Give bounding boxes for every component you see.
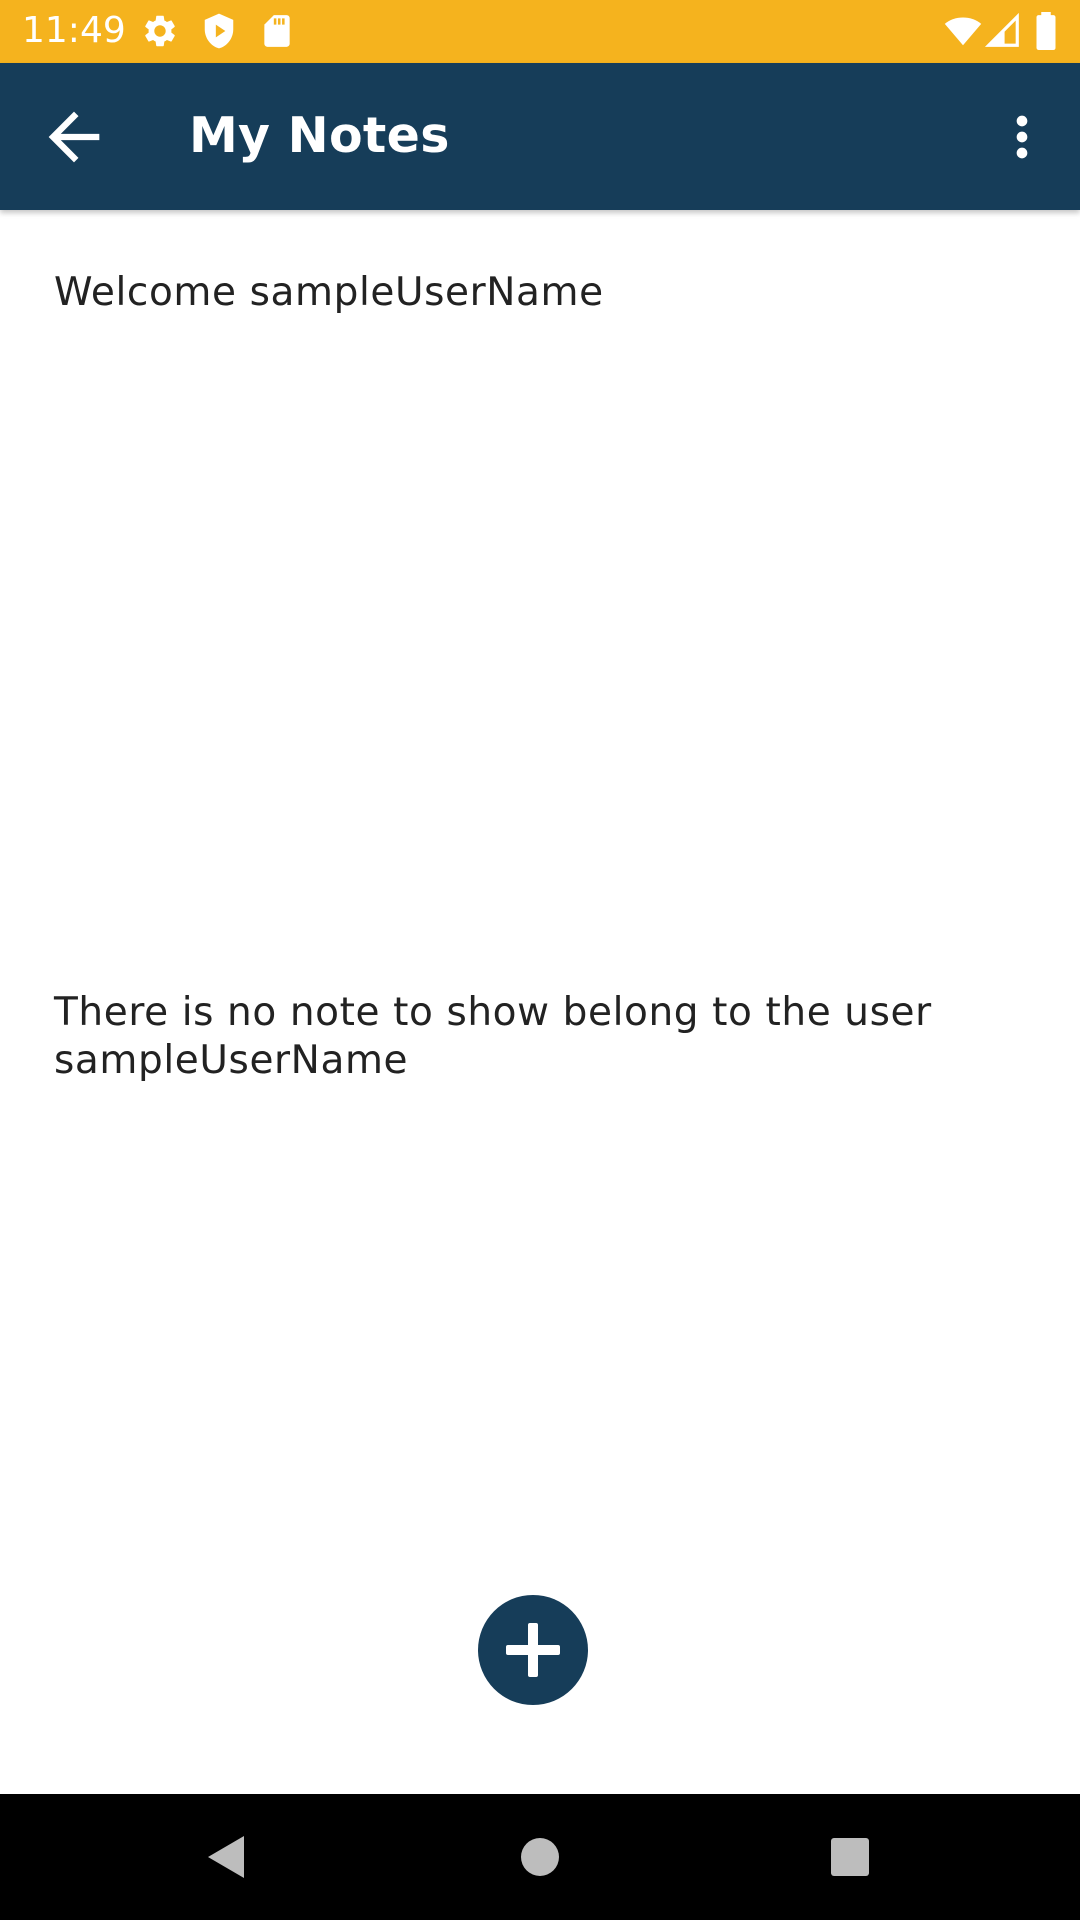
more-vert-icon[interactable] [990,99,1054,175]
arrow-back-icon[interactable] [36,99,112,175]
status-bar: 11:49 [0,0,1080,63]
plus-icon [506,1623,560,1677]
wifi-icon [944,12,982,50]
back-triangle-icon[interactable] [190,1822,260,1892]
home-circle-icon[interactable] [505,1822,575,1892]
system-nav-bar [0,1794,1080,1920]
screen: 11:49 My Notes Welcome sampleUserName Th… [0,0,1080,1920]
cell-signal-icon [984,12,1022,50]
page-title: My Notes [189,107,450,164]
gear-icon [141,12,179,50]
app-bar: My Notes [0,63,1080,210]
empty-notes-message: There is no note to show belong to the u… [54,990,932,1083]
recents-square-icon[interactable] [815,1822,885,1892]
add-note-button[interactable] [478,1595,588,1705]
status-time: 11:49 [22,10,126,51]
shield-play-icon [200,12,238,50]
welcome-text: Welcome sampleUserName [54,270,604,315]
battery-icon [1030,12,1062,50]
sd-card-icon [258,12,296,50]
